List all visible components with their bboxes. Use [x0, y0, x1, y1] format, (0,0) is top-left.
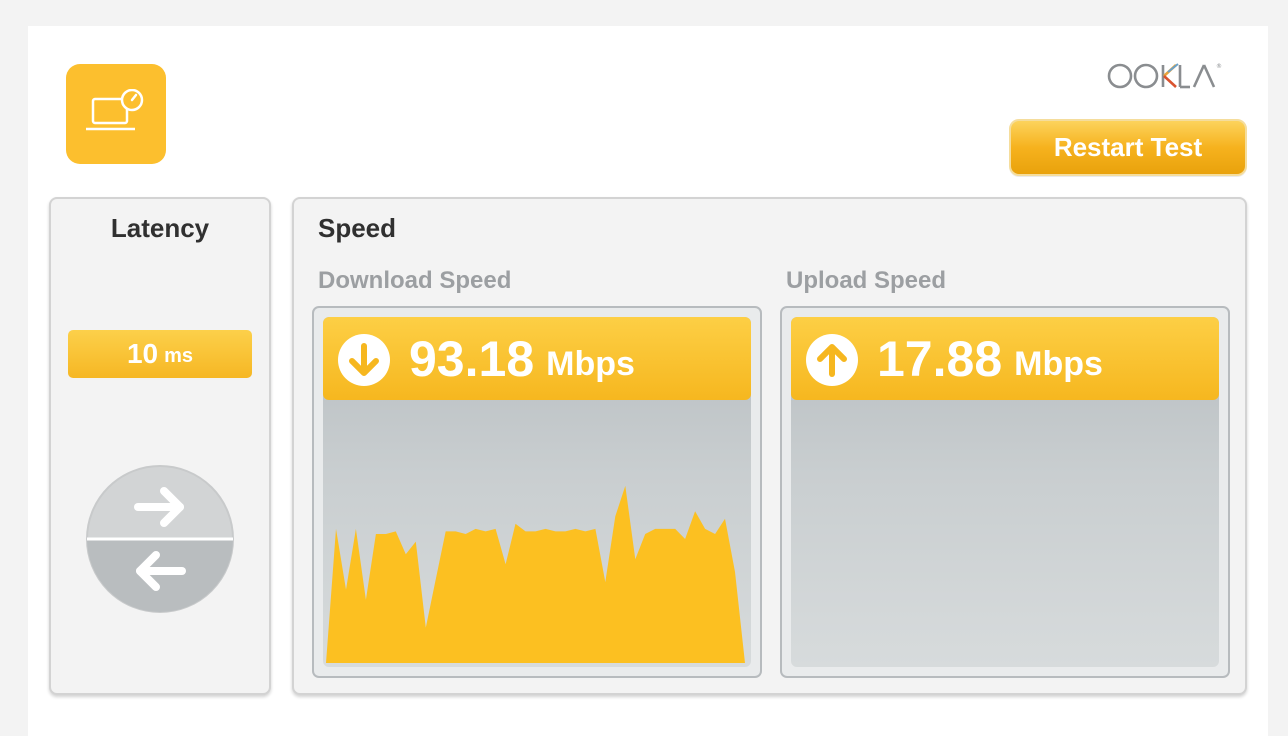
download-value: 93.18	[409, 330, 535, 387]
latency-unit: ms	[164, 345, 194, 367]
upload-value: 17.88	[877, 330, 1003, 387]
upload-unit: Mbps	[1014, 345, 1103, 383]
upload-meter: 17.88 Mbps	[780, 306, 1230, 678]
latency-badge: 10 ms	[68, 330, 252, 378]
restart-test-button[interactable]: Restart Test	[1009, 119, 1247, 176]
upload-meter-inner: 17.88 Mbps	[791, 317, 1219, 667]
download-result-bar: 93.18 Mbps	[323, 317, 751, 400]
latency-title: Latency	[110, 213, 210, 243]
laptop-speedometer-icon	[66, 64, 166, 164]
latency-value: 10	[126, 338, 159, 369]
speed-panel: Speed Download Speed Upload Speed 93.18 …	[292, 197, 1247, 695]
arrow-up-circle-icon	[805, 333, 859, 387]
arrow-down-circle-icon	[337, 333, 391, 387]
upload-result-bar: 17.88 Mbps	[791, 317, 1219, 400]
upload-speed-label: Upload Speed	[786, 267, 947, 294]
download-unit: Mbps	[546, 345, 635, 383]
ookla-logo: ®	[1106, 56, 1236, 96]
download-meter: 93.18 Mbps	[312, 306, 762, 678]
latency-panel: Latency 10 ms	[49, 197, 271, 695]
download-throughput-area	[326, 485, 745, 663]
ping-arrows-icon	[84, 463, 236, 615]
download-meter-inner: 93.18 Mbps	[323, 317, 751, 667]
speed-title: Speed	[318, 213, 397, 243]
download-speed-label: Download Speed	[318, 267, 512, 294]
svg-text:®: ®	[1216, 63, 1222, 70]
